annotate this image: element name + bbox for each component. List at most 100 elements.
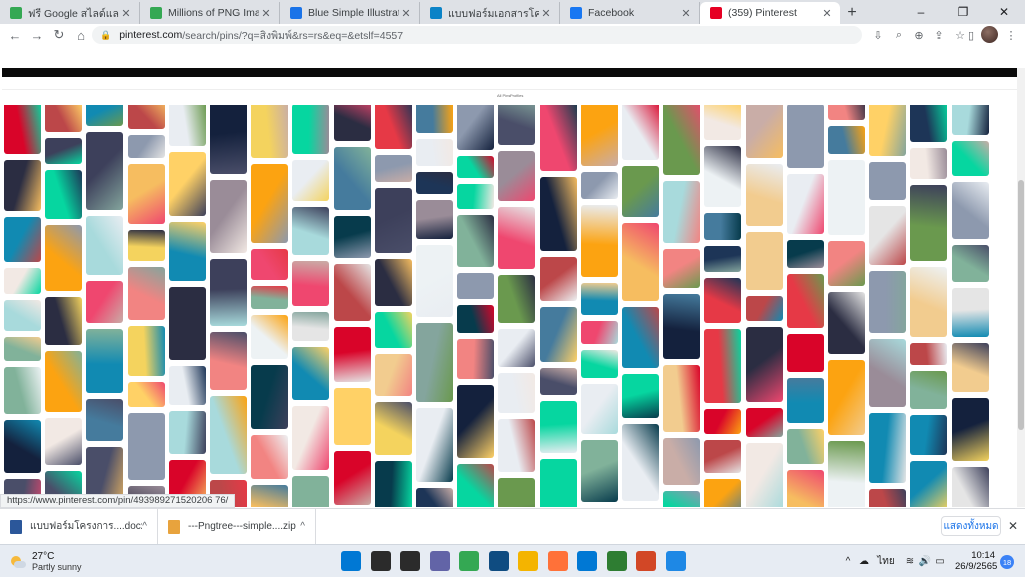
pin-thumbnail[interactable] (4, 300, 41, 331)
close-window-button[interactable]: ✕ (983, 0, 1025, 24)
pin-thumbnail[interactable] (580, 205, 618, 277)
pin-thumbnail[interactable] (786, 470, 824, 507)
forward-button[interactable]: → (26, 24, 48, 46)
tab-close-icon[interactable]: ✕ (820, 7, 834, 20)
pin-thumbnail[interactable] (622, 223, 659, 301)
pin-thumbnail[interactable] (951, 245, 989, 282)
pin-thumbnail[interactable] (704, 479, 742, 507)
pin-thumbnail[interactable] (910, 343, 948, 365)
pin-thumbnail[interactable] (333, 327, 371, 382)
home-button[interactable]: ⌂ (70, 24, 92, 46)
pin-thumbnail[interactable] (869, 271, 907, 333)
pin-thumbnail[interactable] (869, 339, 907, 407)
browser-tab[interactable]: แบบฟอร์มเอกสารโครงการ✕ (420, 2, 560, 24)
pin-thumbnail[interactable] (210, 180, 247, 253)
notification-badge[interactable]: 18 (1000, 555, 1014, 569)
pin-thumbnail[interactable] (786, 334, 824, 372)
pin-thumbnail[interactable] (951, 467, 989, 507)
pin-thumbnail[interactable] (457, 385, 495, 458)
scrollbar-thumb[interactable] (1018, 180, 1024, 430)
wifi-icon[interactable]: ≋ (904, 553, 916, 569)
filter-tab-all[interactable]: All Pins (497, 93, 510, 98)
browser-tab[interactable]: Blue Simple Illustration Rois✕ (280, 2, 420, 24)
pin-thumbnail[interactable] (745, 164, 783, 226)
pin-thumbnail[interactable] (292, 312, 330, 341)
pin-thumbnail[interactable] (498, 419, 536, 472)
pin-thumbnail[interactable] (498, 151, 536, 201)
pin-thumbnail[interactable] (869, 105, 907, 156)
pin-thumbnail[interactable] (86, 329, 124, 393)
install-app-icon[interactable]: ⇩ (869, 26, 887, 44)
tray-chevron-icon[interactable]: ^ (842, 553, 854, 569)
download-item-zip[interactable]: ---Pngtree---simple....zip ^ (158, 508, 316, 545)
pin-thumbnail[interactable] (127, 164, 165, 224)
chrome-icon[interactable] (459, 551, 479, 571)
pin-thumbnail[interactable] (457, 464, 495, 507)
pin-thumbnail[interactable] (86, 399, 124, 441)
pin-thumbnail[interactable] (498, 105, 536, 145)
pin-thumbnail[interactable] (333, 451, 371, 505)
pin-thumbnail[interactable] (292, 207, 330, 255)
pin-thumbnail[interactable] (663, 438, 701, 485)
pin-thumbnail[interactable] (580, 440, 618, 502)
language-indicator[interactable]: ไทย (877, 553, 895, 569)
task-view-icon[interactable] (400, 551, 420, 571)
browser-tab[interactable]: Millions of PNG Images, Backgrounds✕ (140, 2, 280, 24)
pin-thumbnail[interactable] (4, 367, 41, 414)
pin-thumbnail[interactable] (86, 281, 124, 323)
pin-thumbnail[interactable] (251, 249, 289, 280)
pin-thumbnail[interactable] (416, 488, 453, 507)
pin-thumbnail[interactable] (622, 374, 659, 418)
chat-icon[interactable] (429, 551, 450, 571)
pin-thumbnail[interactable] (86, 216, 124, 275)
pin-thumbnail[interactable] (580, 105, 618, 166)
pin-thumbnail[interactable] (663, 249, 701, 288)
maximize-button[interactable]: ❐ (942, 0, 984, 24)
volume-icon[interactable]: 🔊 (919, 553, 931, 569)
pin-thumbnail[interactable] (622, 166, 659, 217)
pin-thumbnail[interactable] (45, 297, 83, 345)
pin-thumbnail[interactable] (951, 398, 989, 461)
pin-thumbnail[interactable] (910, 185, 948, 261)
pin-thumbnail[interactable] (910, 461, 948, 507)
pin-thumbnail[interactable] (251, 286, 289, 309)
pin-thumbnail[interactable] (168, 222, 206, 281)
pin-thumbnail[interactable] (292, 406, 330, 470)
search-icon[interactable] (370, 551, 391, 571)
pin-thumbnail[interactable] (704, 105, 742, 140)
pin-thumbnail[interactable] (457, 339, 495, 379)
pin-thumbnail[interactable] (127, 382, 165, 407)
pin-thumbnail[interactable] (951, 182, 989, 239)
pin-thumbnail[interactable] (745, 296, 783, 321)
pin-thumbnail[interactable] (663, 491, 701, 507)
pin-thumbnail[interactable] (580, 350, 618, 378)
profile-avatar[interactable] (981, 26, 998, 43)
filter-tab-profiles[interactable]: Profiles (510, 93, 523, 98)
pin-thumbnail[interactable] (580, 172, 618, 199)
pin-thumbnail[interactable] (951, 141, 989, 176)
pin-thumbnail[interactable] (127, 413, 165, 480)
pin-thumbnail[interactable] (416, 245, 453, 317)
pin-thumbnail[interactable] (168, 152, 206, 216)
pin-thumbnail[interactable] (210, 259, 247, 326)
chevron-up-icon[interactable]: ^ (142, 521, 147, 532)
pin-thumbnail[interactable] (786, 105, 824, 168)
pin-thumbnail[interactable] (251, 485, 289, 507)
pin-thumbnail[interactable] (457, 273, 495, 299)
pin-thumbnail[interactable] (786, 174, 824, 234)
pin-thumbnail[interactable] (704, 278, 742, 323)
tab-close-icon[interactable]: ✕ (679, 7, 693, 20)
pin-thumbnail[interactable] (951, 105, 989, 135)
pin-thumbnail[interactable] (498, 275, 536, 323)
pin-thumbnail[interactable] (786, 274, 824, 328)
tab-close-icon[interactable]: ✕ (539, 7, 553, 20)
pin-thumbnail[interactable] (416, 139, 453, 166)
pin-thumbnail[interactable] (4, 105, 41, 154)
pin-thumbnail[interactable] (45, 225, 83, 291)
pin-thumbnail[interactable] (45, 105, 83, 132)
pin-thumbnail[interactable] (869, 413, 907, 483)
pin-thumbnail[interactable] (292, 160, 330, 201)
pin-thumbnail[interactable] (704, 213, 742, 240)
pin-thumbnail[interactable] (539, 368, 577, 395)
pin-thumbnail[interactable] (168, 411, 206, 454)
